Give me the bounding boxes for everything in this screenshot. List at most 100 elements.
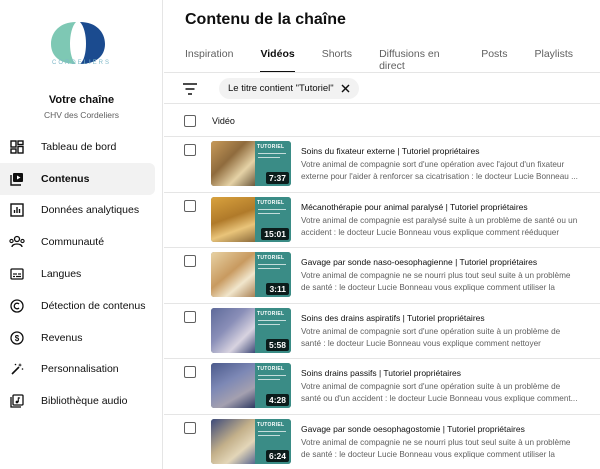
video-title[interactable]: Gavage par sonde naso-oesophagienne | Tu… xyxy=(301,257,591,267)
video-title[interactable]: Mécanothérapie pour animal paralysé | Tu… xyxy=(301,202,591,212)
sidebar-item-dashboard[interactable]: Tableau de bord xyxy=(0,131,155,163)
tab-playlists[interactable]: Playlists xyxy=(534,48,573,70)
sidebar-item-label: Tableau de bord xyxy=(41,140,117,153)
video-title[interactable]: Gavage par sonde oesophagostomie | Tutor… xyxy=(301,424,591,434)
content-tabs: Inspiration Vidéos Shorts Diffusions en … xyxy=(185,48,600,73)
sidebar-item-analytics[interactable]: Données analytiques xyxy=(0,195,155,227)
thumbnail-label: TUTORIEL xyxy=(257,366,285,373)
thumbnail-photo xyxy=(211,307,255,353)
sidebar-item-earn[interactable]: $ Revenus xyxy=(0,322,155,354)
thumbnail-photo xyxy=(211,418,255,464)
table-row[interactable]: TUTORIEL 3:11 Gavage par sonde naso-oeso… xyxy=(164,248,600,304)
sidebar-item-audio-library[interactable]: Bibliothèque audio xyxy=(0,385,155,417)
video-thumbnail[interactable]: TUTORIEL 15:01 xyxy=(211,196,291,242)
channel-logo[interactable]: CORDELIERS xyxy=(0,0,163,80)
thumbnail-line xyxy=(258,212,280,214)
thumbnail-photo xyxy=(211,141,255,186)
tab-shorts[interactable]: Shorts xyxy=(322,48,352,70)
copyright-icon xyxy=(9,298,25,314)
sidebar-item-label: Bibliothèque audio xyxy=(41,395,128,408)
video-description: Votre animal de compagnie ne se nourri p… xyxy=(301,271,571,293)
thumbnail-label: TUTORIEL xyxy=(257,421,285,428)
filter-chip-label: Le titre contient "Tutoriel" xyxy=(228,83,334,94)
subtitles-icon xyxy=(9,266,25,282)
video-description: Votre animal de compagnie sort d'une opé… xyxy=(301,160,578,181)
sidebar-item-label: Personnalisation xyxy=(41,363,119,376)
column-header-video: Vidéo xyxy=(212,116,235,126)
filter-chip[interactable]: Le titre contient "Tutoriel" xyxy=(219,78,359,99)
sidebar-item-languages[interactable]: Langues xyxy=(0,258,155,290)
row-checkbox[interactable] xyxy=(184,366,196,379)
thumbnail-line xyxy=(258,157,280,158)
page-title: Contenu de la chaîne xyxy=(185,11,346,28)
logo-text: CORDELIERS xyxy=(51,60,111,66)
channel-name: CHV des Cordeliers xyxy=(43,110,120,120)
tab-live[interactable]: Diffusions en direct xyxy=(379,48,454,72)
video-title[interactable]: Soins du fixateur externe | Tutoriel pro… xyxy=(301,146,591,156)
thumbnail-label: TUTORIEL xyxy=(257,255,285,262)
filter-bar: Le titre contient "Tutoriel" xyxy=(164,73,600,104)
thumbnail-label: TUTORIEL xyxy=(257,144,285,150)
video-duration: 3:11 xyxy=(266,283,289,296)
magic-wand-icon xyxy=(9,361,25,377)
row-checkbox[interactable] xyxy=(184,199,196,212)
monetization-icon: $ xyxy=(9,330,25,346)
main-content: Contenu de la chaîne Inspiration Vidéos … xyxy=(164,0,600,469)
video-description: Votre animal de compagnie sort d'une opé… xyxy=(301,382,578,404)
community-icon xyxy=(9,234,25,250)
video-thumbnail[interactable]: TUTORIEL 7:37 xyxy=(211,141,291,186)
video-thumbnail[interactable]: TUTORIEL 5:58 xyxy=(211,307,291,353)
video-title[interactable]: Soins drains passifs | Tutoriel propriét… xyxy=(301,368,591,378)
table-row[interactable]: TUTORIEL 6:24 Gavage par sonde oesophago… xyxy=(164,415,600,469)
sidebar-item-content[interactable]: Contenus xyxy=(0,162,155,195)
select-all-checkbox[interactable] xyxy=(184,115,196,127)
thumbnail-line xyxy=(258,379,280,381)
row-checkbox[interactable] xyxy=(184,255,196,268)
video-thumbnail[interactable]: TUTORIEL 3:11 xyxy=(211,252,291,298)
sidebar-item-label: Langues xyxy=(41,268,82,281)
video-list: TUTORIEL 7:37 Soins du fixateur externe … xyxy=(164,137,600,469)
thumbnail-photo xyxy=(211,252,255,298)
thumbnail-line xyxy=(258,208,286,210)
thumbnail-photo xyxy=(211,363,255,409)
table-row[interactable]: TUTORIEL 7:37 Soins du fixateur externe … xyxy=(164,137,600,193)
video-duration: 5:58 xyxy=(265,338,289,351)
video-description: Votre animal de compagnie sort d'une opé… xyxy=(301,326,561,348)
row-checkbox[interactable] xyxy=(184,310,196,323)
tab-inspiration[interactable]: Inspiration xyxy=(185,48,233,70)
tab-posts[interactable]: Posts xyxy=(481,48,507,70)
sidebar: CORDELIERS Votre chaîne CHV des Cordelie… xyxy=(0,0,163,469)
video-thumbnail[interactable]: TUTORIEL 6:24 xyxy=(211,418,291,464)
thumbnail-line xyxy=(258,153,286,154)
tab-videos[interactable]: Vidéos xyxy=(260,48,295,73)
thumbnail-line xyxy=(258,319,286,321)
thumbnail-line xyxy=(258,323,280,325)
row-checkbox[interactable] xyxy=(184,144,196,156)
sidebar-item-label: Détection de contenus xyxy=(41,299,146,312)
thumbnail-line xyxy=(258,268,280,270)
thumbnail-line xyxy=(258,264,286,266)
video-duration: 7:37 xyxy=(265,172,289,184)
row-checkbox[interactable] xyxy=(184,421,196,434)
filter-icon[interactable] xyxy=(182,82,198,96)
video-description: Votre animal de compagnie est paralysé s… xyxy=(301,215,578,237)
thumbnail-label: TUTORIEL xyxy=(257,310,285,317)
thumbnail-line xyxy=(258,434,280,436)
sidebar-item-copyright[interactable]: Détection de contenus xyxy=(0,290,155,322)
close-icon[interactable] xyxy=(341,84,351,94)
table-header: Vidéo xyxy=(164,104,600,137)
video-duration: 6:24 xyxy=(265,449,289,462)
sidebar-item-customization[interactable]: Personnalisation xyxy=(0,354,155,386)
sidebar-nav: Tableau de bord Contenus Données analyti… xyxy=(0,131,163,417)
video-title[interactable]: Soins des drains aspiratifs | Tutoriel p… xyxy=(301,313,591,323)
table-row[interactable]: TUTORIEL 15:01 Mécanothérapie pour anima… xyxy=(164,193,600,249)
thumbnail-label: TUTORIEL xyxy=(257,199,285,206)
table-row[interactable]: TUTORIEL 4:28 Soins drains passifs | Tut… xyxy=(164,359,600,415)
video-duration: 4:28 xyxy=(265,394,289,407)
sidebar-item-label: Revenus xyxy=(41,331,83,344)
analytics-icon xyxy=(9,202,25,218)
video-thumbnail[interactable]: TUTORIEL 4:28 xyxy=(211,363,291,409)
sidebar-item-label: Données analytiques xyxy=(41,204,140,217)
table-row[interactable]: TUTORIEL 5:58 Soins des drains aspiratif… xyxy=(164,304,600,360)
sidebar-item-community[interactable]: Communauté xyxy=(0,226,155,258)
